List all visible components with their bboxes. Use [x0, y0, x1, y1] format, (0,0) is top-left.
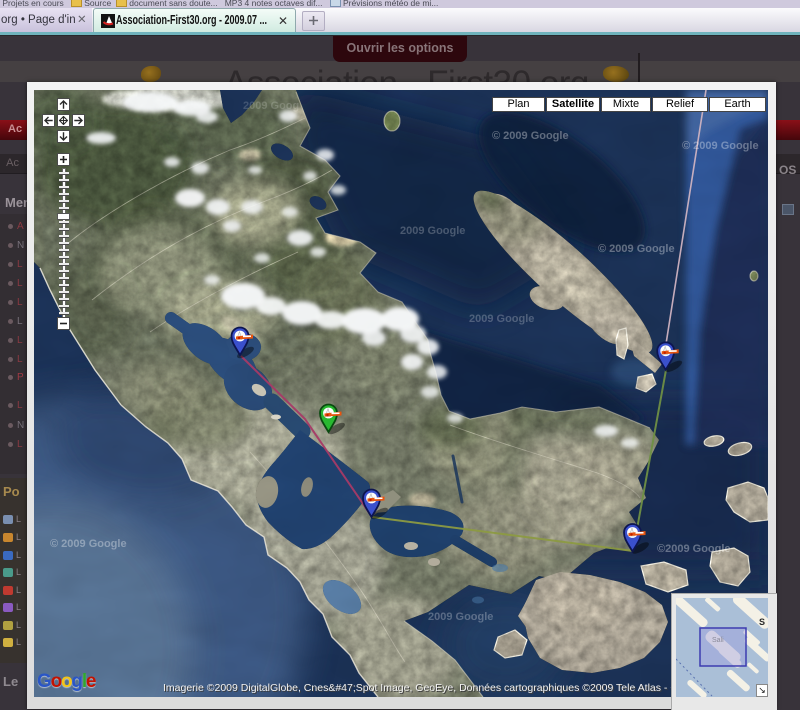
svg-text:2009 Goog: 2009 Goog	[243, 100, 299, 112]
svg-text:2009 Google: 2009 Google	[469, 313, 534, 325]
svg-text:2009 Google: 2009 Google	[428, 611, 493, 623]
svg-text:©2009 Google: ©2009 Google	[657, 543, 731, 555]
svg-text:© 2009 Google: © 2009 Google	[598, 243, 675, 255]
svg-text:2009 Google: 2009 Google	[400, 225, 465, 237]
svg-text:© 2009 Google: © 2009 Google	[492, 130, 569, 142]
svg-text:S: S	[759, 617, 765, 627]
svg-text:© 2009 Google: © 2009 Google	[50, 538, 127, 550]
svg-text:Sali: Sali	[712, 637, 724, 644]
svg-text:© 2009 Google: © 2009 Google	[682, 140, 759, 152]
